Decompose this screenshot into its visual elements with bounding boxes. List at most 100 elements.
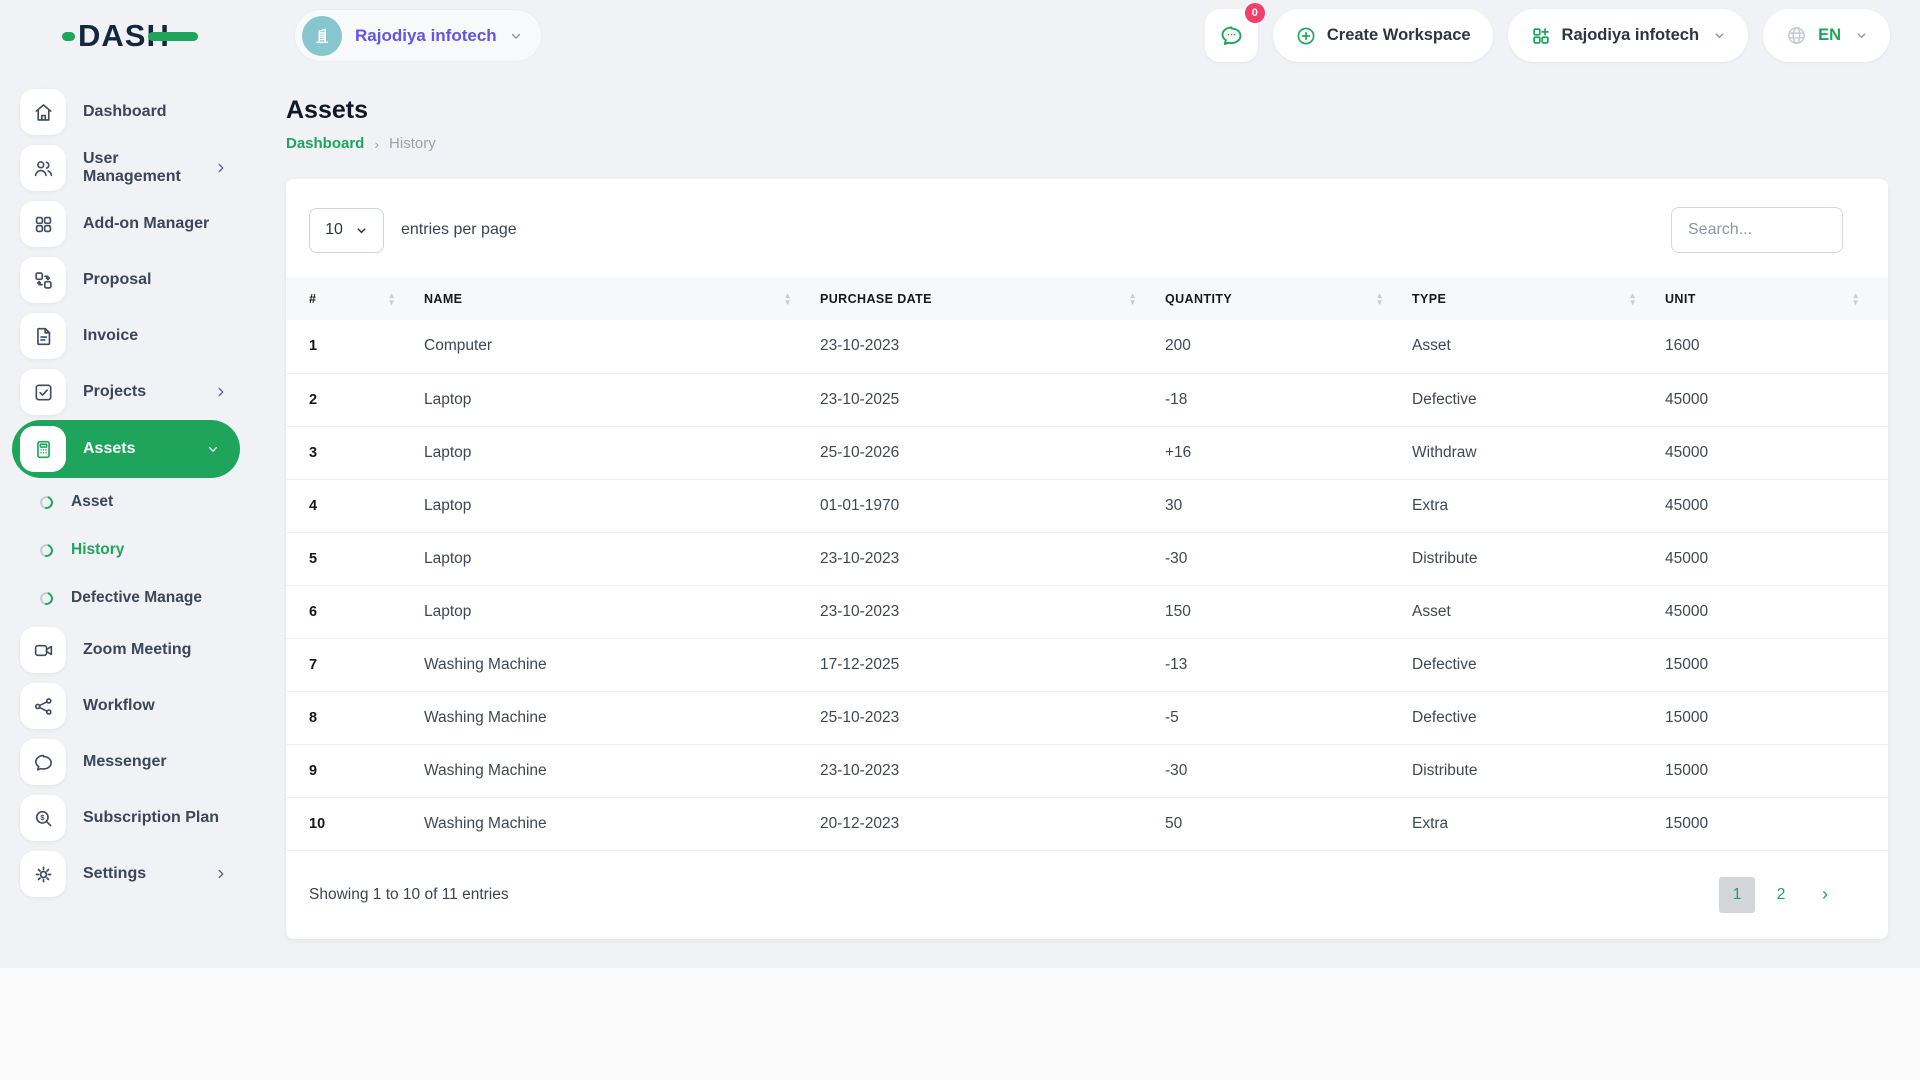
breadcrumb-dashboard-link[interactable]: Dashboard (286, 135, 364, 152)
sidebar-item-zoom-meeting[interactable]: Zoom Meeting (0, 622, 252, 678)
sidebar-item-assets[interactable]: Assets (12, 420, 240, 478)
table-row: 2 Laptop 23-10-2025 -18 Defective 45000 (286, 373, 1888, 427)
circle-icon (37, 493, 56, 511)
table-cell-index: 6 (286, 585, 424, 639)
table-body: 1 Computer 23-10-2023 200 Asset 1600 2 Laptop 23… (286, 320, 1888, 851)
message-bubble-icon (20, 739, 66, 785)
globe-icon (1785, 24, 1808, 47)
sidebar-label: Workflow (83, 697, 155, 714)
page-button-1[interactable]: 1 (1719, 876, 1755, 913)
table-cell-unit: 45000 (1665, 373, 1888, 427)
table-cell-quantity: 50 (1165, 797, 1412, 851)
table-footer: Showing 1 to 10 of 11 entries 1 2 › (286, 851, 1888, 913)
topbar-actions: 0 Create Workspace Rajodiya infotech EN (1204, 3, 1890, 62)
table-cell-type: Distribute (1412, 744, 1665, 798)
circle-icon (37, 541, 56, 559)
table-row: 6 Laptop 23-10-2023 150 Asset 45000 (286, 585, 1888, 639)
swap-boxes-icon (20, 257, 66, 303)
table-cell-unit: 45000 (1665, 585, 1888, 639)
check-square-icon (20, 369, 66, 415)
sort-icon[interactable]: ▲ ▼ (1129, 291, 1137, 306)
table-cell-unit: 45000 (1665, 532, 1888, 586)
sidebar: Dashboard User Management Add-on Manager (0, 84, 252, 1080)
sidebar-item-invoice[interactable]: Invoice (0, 308, 252, 364)
table-cell-index: 8 (286, 691, 424, 745)
sort-icon[interactable]: ▲ ▼ (1852, 291, 1860, 306)
table-cell-unit: 15000 (1665, 744, 1888, 798)
entries-per-page-select[interactable]: 10 (309, 207, 384, 253)
home-icon (20, 89, 66, 135)
table-cell-name: Laptop (424, 479, 820, 533)
table-cell-index: 10 (286, 797, 424, 851)
sidebar-sublabel: Asset (71, 493, 114, 510)
table-cell-purchase-date: 23-10-2023 (820, 585, 1165, 639)
sidebar-item-settings[interactable]: Settings (0, 846, 252, 902)
sidebar-label: User Management (83, 150, 181, 185)
sidebar-item-messenger[interactable]: Messenger (0, 734, 252, 790)
brand-logo[interactable]: DASH (62, 18, 198, 54)
chevron-right-icon: › (374, 135, 380, 152)
sidebar-item-proposal[interactable]: Proposal (0, 252, 252, 308)
table-row: 8 Washing Machine 25-10-2023 -5 Defective 150… (286, 691, 1888, 745)
column-header-name[interactable]: NAME ▲ ▼ (424, 277, 820, 320)
sidebar-label: Add-on Manager (83, 215, 210, 232)
table-cell-purchase-date: 25-10-2026 (820, 426, 1165, 480)
table-cell-purchase-date: 23-10-2023 (820, 320, 1165, 374)
sort-icon[interactable]: ▲ ▼ (1376, 291, 1384, 306)
table-cell-index: 2 (286, 373, 424, 427)
table-cell-name: Laptop (424, 373, 820, 427)
column-header-unit[interactable]: UNIT ▲ ▼ (1665, 277, 1888, 320)
next-page-button[interactable]: › (1807, 877, 1843, 913)
column-header-index[interactable]: # ▲ ▼ (286, 277, 424, 320)
table-cell-index: 3 (286, 426, 424, 480)
sort-icon[interactable]: ▲ ▼ (388, 291, 396, 306)
workspace-switcher[interactable]: Rajodiya infotech (294, 9, 542, 62)
column-header-type[interactable]: TYPE ▲ ▼ (1412, 277, 1665, 320)
table-cell-quantity: -30 (1165, 744, 1412, 798)
gear-icon (20, 851, 66, 897)
search-input[interactable] (1671, 207, 1843, 253)
messages-button[interactable]: 0 (1204, 3, 1265, 62)
sort-icon[interactable]: ▲ ▼ (1629, 291, 1637, 306)
calculator-icon (20, 426, 66, 472)
sidebar-item-workflow[interactable]: Workflow (0, 678, 252, 734)
sort-icon[interactable]: ▲ ▼ (784, 291, 792, 306)
language-selector[interactable]: EN (1763, 9, 1890, 62)
circle-icon (37, 589, 56, 607)
table-row: 4 Laptop 01-01-1970 30 Extra 45000 (286, 479, 1888, 533)
sidebar-item-subscription-plan[interactable]: $ Subscription Plan (0, 790, 252, 846)
table-cell-index: 4 (286, 479, 424, 533)
sidebar-item-projects[interactable]: Projects (0, 364, 252, 420)
create-workspace-button[interactable]: Create Workspace (1272, 9, 1493, 62)
table-cell-unit: 15000 (1665, 638, 1888, 692)
invoice-file-icon (20, 313, 66, 359)
chat-bubble-icon (1218, 22, 1245, 49)
table-cell-purchase-date: 23-10-2025 (820, 373, 1165, 427)
table-cell-type: Asset (1412, 585, 1665, 639)
table-cell-purchase-date: 23-10-2023 (820, 744, 1165, 798)
sidebar-subitem-asset[interactable]: Asset (0, 478, 252, 526)
breadcrumb: Dashboard › History (286, 135, 1892, 152)
chevron-down-icon (1713, 29, 1726, 42)
company-menu-button[interactable]: Rajodiya infotech (1507, 9, 1749, 62)
top-bar: DASH Rajodiya infotech 0 Create Workspac… (0, 0, 1920, 72)
table-cell-quantity: -18 (1165, 373, 1412, 427)
sidebar-subitem-history[interactable]: History (0, 526, 252, 574)
sidebar-label: Assets (83, 440, 136, 457)
sidebar-item-user-management[interactable]: User Management (0, 140, 252, 196)
chevron-down-icon (355, 224, 368, 237)
table-row: 1 Computer 23-10-2023 200 Asset 1600 (286, 320, 1888, 374)
sidebar-item-addon-manager[interactable]: Add-on Manager (0, 196, 252, 252)
sidebar-item-dashboard[interactable]: Dashboard (0, 84, 252, 140)
assets-history-card: 10 entries per page #▲▼ NAME▲▼ PURCHASE … (286, 179, 1888, 939)
table-cell-index: 7 (286, 638, 424, 692)
table-cell-quantity: 200 (1165, 320, 1412, 374)
column-header-purchase-date[interactable]: PURCHASE DATE ▲ ▼ (820, 277, 1165, 320)
table-cell-unit: 45000 (1665, 426, 1888, 480)
sidebar-subitem-defective-manage[interactable]: Defective Manage (0, 574, 252, 622)
page-button-2[interactable]: 2 (1763, 877, 1799, 913)
column-header-quantity[interactable]: QUANTITY ▲ ▼ (1165, 277, 1412, 320)
chevron-down-icon (509, 29, 523, 43)
history-table: # ▲ ▼ NAME ▲ ▼ PURCHASE DATE ▲ ▼ QUANTITY ▲ ▼ TY… (286, 277, 1888, 851)
table-cell-quantity: +16 (1165, 426, 1412, 480)
